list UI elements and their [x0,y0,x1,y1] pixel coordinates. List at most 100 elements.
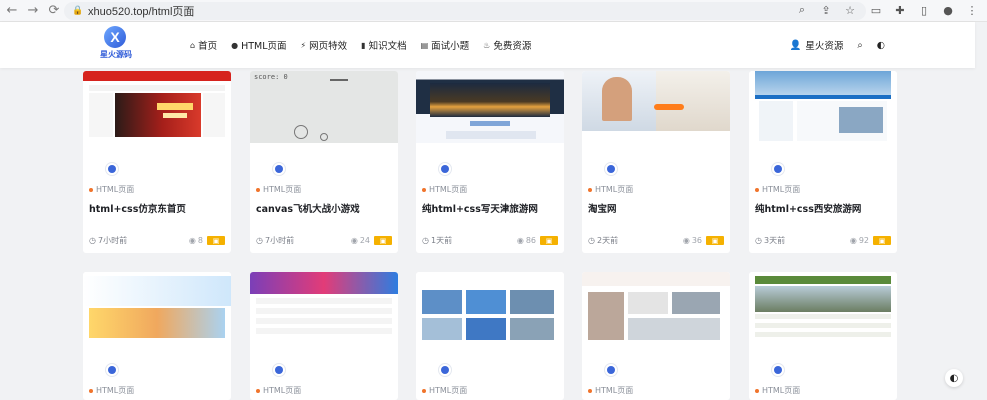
author-avatar[interactable] [105,162,119,176]
post-category[interactable]: HTML页面 [755,184,800,195]
nav-item-docs[interactable]: ▮ 知识文档 [361,38,407,53]
fire-icon: ♨ [483,40,491,50]
nav-label: 网页特效 [309,41,348,52]
post-thumbnail[interactable] [83,71,231,143]
post-card[interactable]: HTML页面 html+css仿京东首页 ◷ 7小时前 ◉ 8 ▣ [83,71,231,253]
post-thumbnail[interactable] [749,272,897,344]
post-card[interactable]: HTML页面 [582,272,730,400]
author-avatar[interactable] [272,162,286,176]
post-title[interactable]: 淘宝网 [588,201,617,215]
post-category[interactable]: HTML页面 [89,385,134,396]
theme-toggle-icon[interactable]: ◐ [877,40,885,51]
cart-badge[interactable]: ▣ [873,236,891,245]
post-views: ◉ 86 [516,236,536,245]
author-avatar[interactable] [272,363,286,377]
apple-icon: ● [231,40,239,50]
post-time: ◷ 3天前 [755,236,786,245]
post-thumbnail[interactable] [416,71,564,143]
nav-label: 知识文档 [368,41,407,52]
post-card[interactable]: HTML页面 纯html+css写天津旅游网 ◷ 1天前 ◉ 86 ▣ [416,71,564,253]
author-avatar[interactable] [604,162,618,176]
cast-icon[interactable]: ▭ [869,3,883,17]
game-score: score: 0 [254,73,288,81]
clock-icon: ◷ [89,236,96,245]
site-logo[interactable]: X 星火源码 [94,26,138,64]
forward-icon[interactable]: → [24,2,42,20]
post-category[interactable]: HTML页面 [755,385,800,396]
post-category[interactable]: HTML页面 [422,184,467,195]
search-icon[interactable]: ⌕ [857,40,862,51]
post-meta: ◷ 7小时前 ◉ 24 ▣ [256,235,392,246]
eye-icon: ◉ [682,236,690,245]
share-icon[interactable]: ⇪ [819,3,833,17]
nav-label: HTML页面 [241,41,287,52]
logo-mark-icon: X [104,26,126,48]
post-category[interactable]: HTML页面 [256,385,301,396]
post-title[interactable]: html+css仿京东首页 [89,201,186,215]
author-avatar[interactable] [771,162,785,176]
browser-extensions: ▭ ✚ ▯ ● ⋮ [869,3,979,17]
post-time: ◷ 1天前 [422,236,453,245]
post-thumbnail[interactable] [83,272,231,344]
nav-item-effects[interactable]: ⚡ 网页特效 [301,38,348,53]
menu-icon[interactable]: ⋮ [965,3,979,17]
post-category[interactable]: HTML页面 [588,385,633,396]
address-bar[interactable]: 🔒 xhuo520.top/html页面 [64,2,866,20]
post-thumbnail[interactable] [250,272,398,344]
post-views: ◉ 92 [849,236,869,245]
post-category[interactable]: HTML页面 [89,184,134,195]
post-title[interactable]: canvas飞机大战小游戏 [256,201,360,215]
post-card[interactable]: HTML页面 淘宝网 ◷ 2天前 ◉ 36 ▣ [582,71,730,253]
post-thumbnail[interactable] [582,272,730,344]
user-label: 星火资源 [805,41,844,52]
lock-icon: 🔒 [72,6,84,16]
clock-icon: ◷ [755,236,762,245]
nav-item-interview[interactable]: ▤ 面试小题 [420,38,470,53]
post-title[interactable]: 纯html+css写天津旅游网 [422,201,538,215]
post-category[interactable]: HTML页面 [588,184,633,195]
post-card[interactable]: HTML页面 [250,272,398,400]
post-title[interactable]: 纯html+css西安旅游网 [755,201,861,215]
nav-label: 面试小题 [431,41,470,52]
cart-badge[interactable]: ▣ [540,236,558,245]
address-bar-actions: ⌕ ⇪ ☆ [795,3,857,17]
post-card[interactable]: HTML页面 [416,272,564,400]
main-nav: ⌂ 首页 ● HTML页面 ⚡ 网页特效 ▮ 知识文档 ▤ 面试小题 ♨ 免费资源 [190,38,531,53]
nav-item-home[interactable]: ⌂ 首页 [190,38,217,53]
post-thumbnail[interactable]: score: 0 [250,71,398,143]
author-avatar[interactable] [604,363,618,377]
post-thumbnail[interactable] [582,71,730,143]
theme-toggle-float-icon[interactable]: ◐ [945,369,963,387]
logo-text: 星火源码 [100,50,132,59]
post-category[interactable]: HTML页面 [422,385,467,396]
post-card[interactable]: score: 0 HTML页面 canvas飞机大战小游戏 ◷ 7小时前 ◉ 24 ▣ [250,71,398,253]
eye-icon: ◉ [350,236,358,245]
nav-item-free[interactable]: ♨ 免费资源 [483,38,531,53]
post-category[interactable]: HTML页面 [256,184,301,195]
bookmark-star-icon[interactable]: ☆ [843,3,857,17]
author-avatar[interactable] [438,363,452,377]
post-card[interactable]: HTML页面 纯html+css西安旅游网 ◷ 3天前 ◉ 92 ▣ [749,71,897,253]
file-icon: ▤ [420,40,429,50]
profile-icon[interactable]: ● [941,3,955,17]
nav-item-html[interactable]: ● HTML页面 [231,38,287,53]
back-icon[interactable]: ← [3,2,21,20]
author-avatar[interactable] [105,363,119,377]
post-thumbnail[interactable] [416,272,564,344]
book-icon: ▮ [361,40,366,50]
post-meta: ◷ 1天前 ◉ 86 ▣ [422,235,558,246]
url-text: xhuo520.top/html页面 [88,6,195,18]
post-card[interactable]: HTML页面 [749,272,897,400]
author-avatar[interactable] [771,363,785,377]
sidebar-icon[interactable]: ▯ [917,3,931,17]
cart-badge[interactable]: ▣ [706,236,724,245]
cart-badge[interactable]: ▣ [207,236,225,245]
user-menu[interactable]: 👤 星火资源 [790,38,844,53]
cart-badge[interactable]: ▣ [374,236,392,245]
post-card[interactable]: HTML页面 [83,272,231,400]
zoom-icon[interactable]: ⌕ [795,3,809,17]
reload-icon[interactable]: ⟳ [45,2,63,20]
author-avatar[interactable] [438,162,452,176]
post-thumbnail[interactable] [749,71,897,143]
extensions-icon[interactable]: ✚ [893,3,907,17]
